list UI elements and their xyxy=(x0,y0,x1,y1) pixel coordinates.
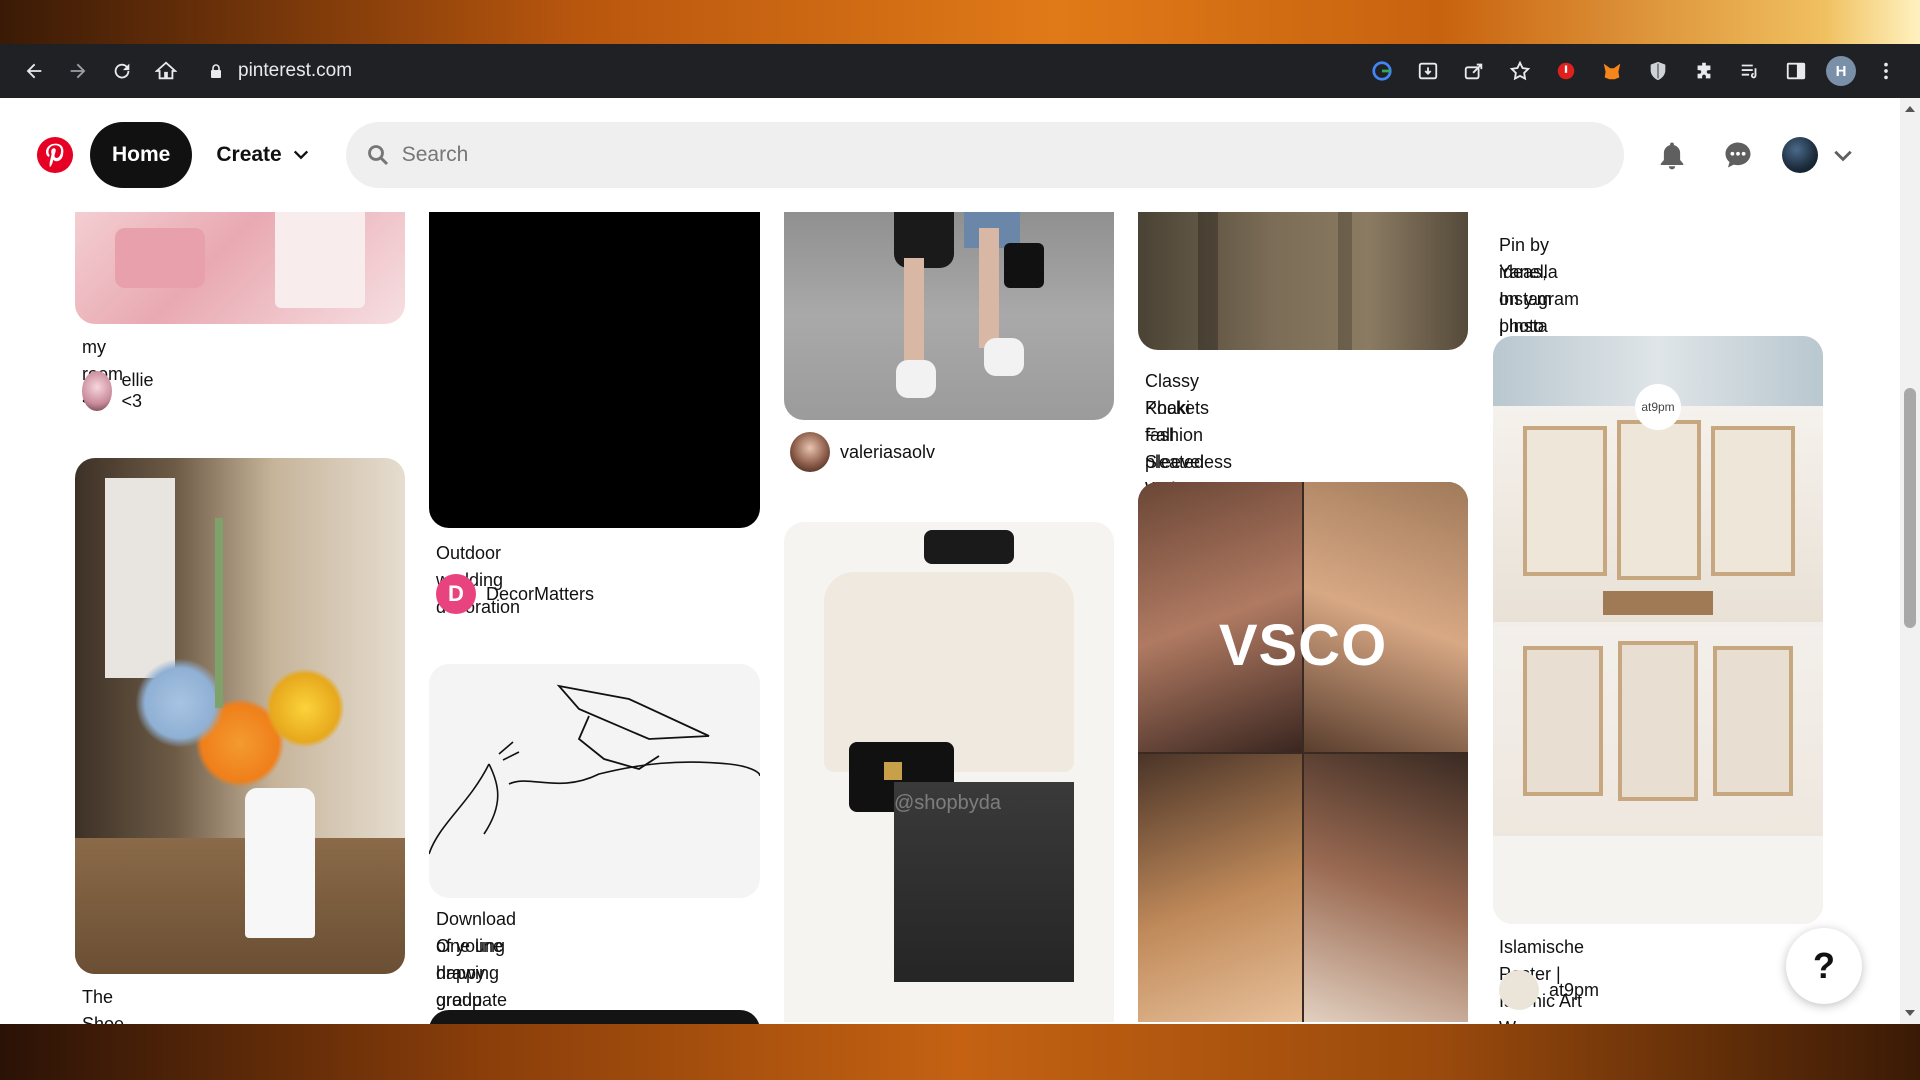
author-name: at9pm xyxy=(1549,979,1600,1000)
pin-author[interactable]: at9pm xyxy=(1499,970,1599,1010)
pinterest-logo-icon[interactable] xyxy=(36,136,74,174)
chat-bubble-icon xyxy=(1725,142,1751,168)
pin-image[interactable] xyxy=(75,458,405,974)
scroll-down-arrow-icon[interactable] xyxy=(1905,1010,1915,1016)
forward-button[interactable] xyxy=(60,53,96,89)
pin-image[interactable] xyxy=(429,1010,760,1024)
share-icon xyxy=(1464,63,1483,80)
author-name: ellie <3 xyxy=(121,370,154,411)
desktop-wallpaper-bottom xyxy=(0,1024,1920,1080)
badge-text: at9pm xyxy=(1641,400,1675,414)
download-icon xyxy=(1418,62,1438,80)
shield-extension-button[interactable] xyxy=(1642,55,1674,87)
chevron-down-icon xyxy=(293,150,308,160)
messages-button[interactable] xyxy=(1716,133,1760,177)
home-page-button[interactable] xyxy=(148,53,184,89)
puzzle-icon xyxy=(1697,62,1711,79)
extension-red-button[interactable] xyxy=(1550,55,1582,87)
kebab-menu-icon xyxy=(1884,62,1888,80)
arrow-left-icon xyxy=(26,63,42,79)
metamask-button[interactable] xyxy=(1596,55,1628,87)
pinterest-header: Home Create xyxy=(0,98,1900,212)
author-name: DecorMatters xyxy=(486,583,595,604)
shield-icon xyxy=(1650,61,1666,81)
pin-image[interactable]: at9pm xyxy=(1493,336,1823,924)
side-panel-icon xyxy=(1786,62,1806,80)
share-button[interactable] xyxy=(1458,55,1490,87)
at9pm-badge: at9pm xyxy=(1635,384,1681,430)
scrollbar-thumb[interactable] xyxy=(1904,388,1916,628)
author-avatar xyxy=(1499,970,1539,1010)
user-avatar[interactable] xyxy=(1781,137,1818,173)
browser-menu-button[interactable] xyxy=(1870,55,1902,87)
install-app-button[interactable] xyxy=(1412,55,1444,87)
google-lens-button[interactable] xyxy=(1366,55,1398,87)
author-avatar xyxy=(790,432,830,472)
pin-image[interactable] xyxy=(1138,188,1468,350)
vsco-overlay-text: VSCO xyxy=(1218,613,1388,678)
author-avatar xyxy=(82,371,112,411)
red-drop-icon xyxy=(1557,62,1575,80)
side-panel-button[interactable] xyxy=(1780,55,1812,87)
house-icon xyxy=(155,61,177,80)
pin-title: The Shoe Vase xyxy=(82,987,125,1024)
search-icon xyxy=(367,145,388,166)
bookmark-button[interactable] xyxy=(1504,55,1536,87)
url-text: pinterest.com xyxy=(238,60,353,81)
pin-watermark: @shopbyda xyxy=(894,792,1002,814)
fox-icon xyxy=(1603,63,1621,80)
search-input[interactable] xyxy=(401,143,1502,167)
author-name: valeriasaolv xyxy=(840,441,936,462)
create-label: Create xyxy=(216,143,282,166)
browser-profile-avatar[interactable]: H xyxy=(1826,56,1856,86)
star-icon xyxy=(1509,60,1531,81)
help-button[interactable]: ? xyxy=(1786,928,1862,1004)
author-avatar: D xyxy=(436,574,476,614)
extensions-button[interactable] xyxy=(1688,55,1720,87)
pin-image[interactable] xyxy=(784,188,1114,420)
search-bar[interactable] xyxy=(345,122,1624,188)
create-menu[interactable]: Create xyxy=(206,122,319,188)
page-scrollbar[interactable] xyxy=(1900,98,1920,1024)
google-icon xyxy=(1372,61,1392,81)
pin-author[interactable]: ellie <3 xyxy=(82,370,164,412)
home-tab[interactable]: Home xyxy=(90,122,193,188)
notifications-button[interactable] xyxy=(1650,133,1694,177)
lock-icon xyxy=(211,64,221,78)
browser-toolbar: pinterest.com H xyxy=(0,44,1920,98)
pinterest-page: Home Create my room <3 ellie <3 xyxy=(0,98,1920,1024)
chevron-down-icon[interactable] xyxy=(1832,144,1854,166)
pin-image[interactable]: VSCO xyxy=(1138,482,1468,1022)
pin-image[interactable]: @shopbyda xyxy=(784,522,1114,1022)
scroll-up-arrow-icon[interactable] xyxy=(1905,106,1915,112)
line-drawing-graphic xyxy=(429,684,760,855)
arrow-right-icon xyxy=(70,63,86,79)
bell-icon xyxy=(1660,142,1683,170)
pin-image[interactable] xyxy=(429,664,760,898)
back-button[interactable] xyxy=(16,53,52,89)
desktop-wallpaper-top xyxy=(0,0,1920,44)
playlist-icon xyxy=(1741,64,1757,79)
media-control-button[interactable] xyxy=(1734,55,1766,87)
address-bar[interactable]: pinterest.com xyxy=(208,52,352,90)
pin-author[interactable]: valeriasaolv xyxy=(790,432,935,472)
pin-image[interactable] xyxy=(429,188,760,528)
reload-icon xyxy=(114,63,130,79)
reload-button[interactable] xyxy=(104,53,140,89)
pin-author[interactable]: D DecorMatters xyxy=(436,574,594,614)
